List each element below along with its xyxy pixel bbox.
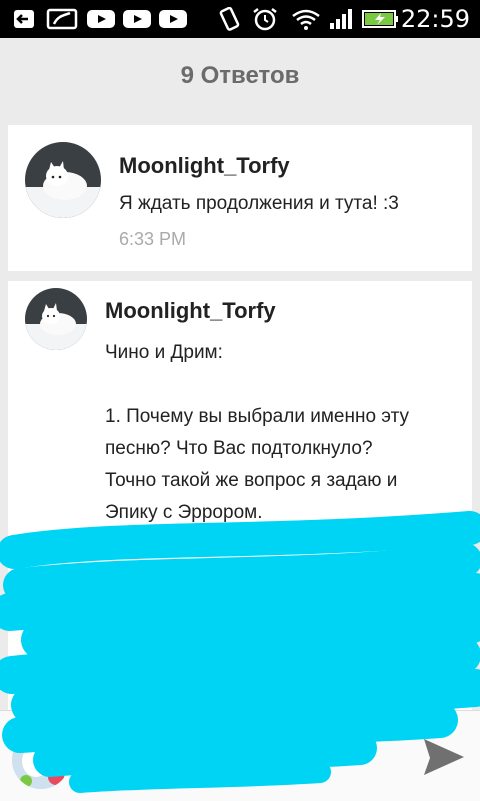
reply-text: Я ждать продолжения и тута! :3 [119, 193, 399, 214]
avatar[interactable] [25, 288, 87, 350]
youtube-icon [123, 10, 151, 28]
clock: 22:59 [400, 5, 470, 33]
youtube-icon [159, 10, 187, 28]
timestamp: 6:33 PM [119, 229, 187, 249]
vibrate-icon [219, 7, 240, 31]
reply-line: Эпику с Эррором. [105, 502, 263, 523]
status-bar: 22:59 [0, 0, 480, 38]
reply-input[interactable] [84, 733, 408, 783]
back-arrow-icon [14, 10, 34, 28]
reply-line: Чино и Дрим: [105, 342, 223, 363]
wifi-icon [292, 9, 320, 30]
youtube-icon [87, 10, 115, 28]
reply-line [105, 369, 465, 401]
header: 9 Ответов [0, 38, 480, 114]
send-icon [424, 739, 464, 775]
picture-icon [46, 8, 78, 30]
avatar[interactable] [25, 142, 101, 218]
user-avatar [12, 731, 70, 789]
author-name[interactable]: Moonlight_Torfy [119, 153, 290, 179]
reply-text: Чино и Дрим: 1. Почему вы выбрали именно… [105, 337, 465, 529]
signal-icon [330, 9, 352, 29]
reply-card: Moonlight_Torfy Я ждать продолжения и ту… [8, 125, 472, 271]
reply-card: Moonlight_Torfy Чино и Дрим: 1. Почему в… [8, 281, 472, 721]
reply-line: Точно такой же вопрос я задаю и [105, 470, 398, 491]
reply-line: 1. Почему вы выбрали именно эту [105, 406, 409, 427]
author-name[interactable]: Moonlight_Torfy [105, 298, 276, 324]
alarm-icon [253, 8, 277, 31]
reply-line: песню? Что Вас подтолкнуло? [105, 438, 373, 459]
reply-bar [0, 710, 480, 801]
battery-charging-icon [362, 10, 398, 28]
page-title: 9 Ответов [180, 62, 300, 89]
send-button[interactable] [418, 731, 468, 781]
